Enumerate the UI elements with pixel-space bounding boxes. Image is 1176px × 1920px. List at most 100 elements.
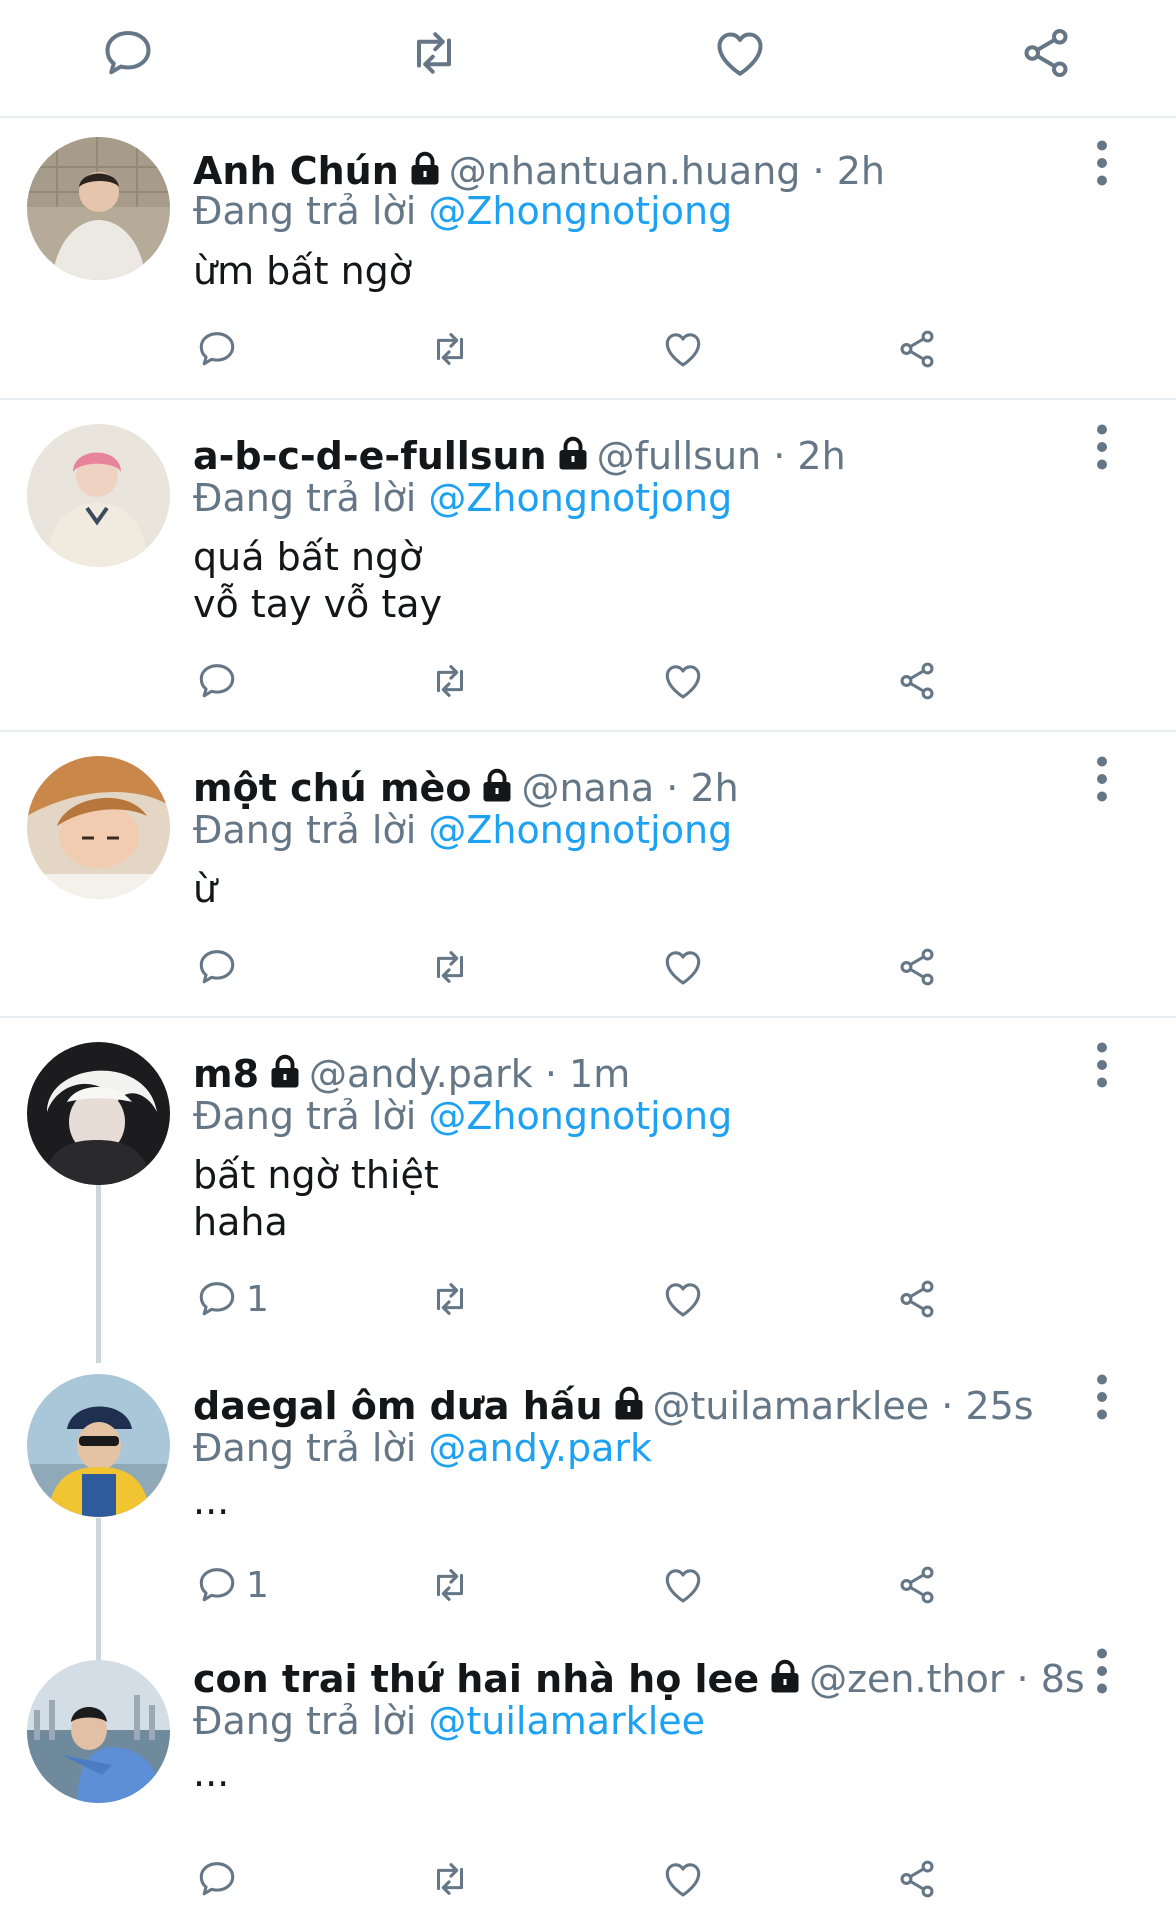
- share-icon: [900, 948, 934, 986]
- reply-count: 1: [246, 1278, 269, 1320]
- tweet-text: quá bất ngờ vỗ tay vỗ tay: [193, 535, 443, 626]
- tweet-text: bất ngờ thiệt haha: [193, 1153, 439, 1244]
- reply-icon[interactable]: [98, 23, 158, 83]
- reply-icon: [199, 1282, 235, 1316]
- retweet-button[interactable]: [427, 1562, 473, 1618]
- username[interactable]: @zen.thor: [809, 1657, 1004, 1701]
- share-icon: [900, 1280, 934, 1318]
- more-options-icon[interactable]: [1084, 422, 1120, 472]
- share-button[interactable]: [894, 1276, 940, 1332]
- username[interactable]: @tuilamarklee: [653, 1384, 930, 1428]
- like-button[interactable]: [660, 1562, 706, 1618]
- avatar[interactable]: [27, 1374, 170, 1517]
- share-button[interactable]: [894, 1562, 940, 1618]
- timestamp: 1m: [569, 1052, 631, 1096]
- more-options-icon[interactable]: [1084, 1646, 1120, 1696]
- avatar[interactable]: [27, 756, 170, 899]
- reply-icon: [199, 664, 235, 698]
- like-button[interactable]: [660, 658, 706, 714]
- retweet-button[interactable]: [427, 658, 473, 714]
- retweet-button[interactable]: [427, 944, 473, 1000]
- replying-to: Đang trả lời @Zhongnotjong: [193, 186, 732, 236]
- reply-tweet: một chú mèo @nana · 2h Đang trả lời @Zhon…: [0, 732, 1176, 1018]
- display-name[interactable]: con trai thứ hai nhà họ lee: [193, 1657, 759, 1701]
- reply-button[interactable]: 1: [194, 1562, 269, 1618]
- like-button[interactable]: [660, 326, 706, 382]
- username[interactable]: @andy.park: [309, 1052, 533, 1096]
- reply-icon: [199, 950, 235, 984]
- retweet-icon: [436, 951, 464, 983]
- more-options-icon[interactable]: [1084, 1372, 1120, 1422]
- reply-button[interactable]: 1: [194, 1276, 269, 1332]
- avatar[interactable]: [27, 137, 170, 280]
- tweet-text: ...: [193, 1479, 230, 1523]
- display-name[interactable]: m8: [193, 1052, 259, 1096]
- share-icon: [900, 662, 934, 700]
- display-name[interactable]: a-b-c-d-e-fullsun: [193, 434, 547, 478]
- like-button[interactable]: [660, 1276, 706, 1332]
- reply-tweet: daegal ôm dưa hấu @tuilamarklee · 25s Đan…: [0, 1350, 1176, 1636]
- display-name[interactable]: một chú mèo: [193, 766, 471, 810]
- lock-icon: [771, 1659, 799, 1693]
- username[interactable]: @fullsun: [597, 434, 762, 478]
- replying-to: Đang trả lời @Zhongnotjong: [193, 473, 732, 523]
- reply-tweet: con trai thứ hai nhà họ lee @zen.thor · 8…: [0, 1636, 1176, 1920]
- like-icon[interactable]: [710, 23, 770, 83]
- lock-icon: [271, 1054, 299, 1088]
- avatar[interactable]: [27, 1042, 170, 1185]
- replying-to: Đang trả lời @Zhongnotjong: [193, 805, 732, 855]
- replying-to-label: Đang trả lời: [193, 189, 417, 233]
- separator-dot: ·: [941, 1384, 954, 1428]
- like-button[interactable]: [660, 1856, 706, 1912]
- replying-to-label: Đang trả lời: [193, 1094, 417, 1138]
- reply-tweet: a-b-c-d-e-fullsun @fullsun · 2h Đang trả …: [0, 400, 1176, 732]
- retweet-button[interactable]: [427, 1856, 473, 1912]
- reply-button[interactable]: [194, 658, 246, 714]
- separator-dot: ·: [544, 1052, 557, 1096]
- like-button[interactable]: [660, 944, 706, 1000]
- replying-to: Đang trả lời @Zhongnotjong: [193, 1091, 732, 1141]
- avatar[interactable]: [27, 1660, 170, 1803]
- mention-link[interactable]: @andy.park: [428, 1426, 652, 1470]
- username[interactable]: @nana: [521, 766, 654, 810]
- retweet-icon[interactable]: [404, 23, 464, 83]
- lock-icon: [411, 151, 439, 185]
- retweet-button[interactable]: [427, 326, 473, 382]
- more-options-icon[interactable]: [1084, 1040, 1120, 1090]
- reply-tweet: m8 @andy.park · 1m Đang trả lời @Zhongnot…: [0, 1018, 1176, 1350]
- like-icon: [665, 951, 701, 985]
- mention-link[interactable]: @Zhongnotjong: [428, 476, 732, 520]
- mention-link[interactable]: @Zhongnotjong: [428, 1094, 732, 1138]
- main-tweet-action-bar: [0, 0, 1176, 118]
- avatar[interactable]: [27, 424, 170, 567]
- tweet-text: ...: [193, 1751, 230, 1795]
- like-icon: [665, 1569, 701, 1603]
- tweet-text: ừm bất ngờ: [193, 249, 413, 293]
- reply-button[interactable]: [194, 326, 246, 382]
- lock-icon: [615, 1386, 643, 1420]
- share-button[interactable]: [894, 1856, 940, 1912]
- tweet-actions: [0, 1856, 1176, 1912]
- replying-to-label: Đang trả lời: [193, 476, 417, 520]
- share-button[interactable]: [894, 658, 940, 714]
- mention-link[interactable]: @Zhongnotjong: [428, 808, 732, 852]
- timestamp: 2h: [797, 434, 846, 478]
- share-icon: [900, 1566, 934, 1604]
- display-name[interactable]: daegal ôm dưa hấu: [193, 1384, 603, 1428]
- reply-button[interactable]: [194, 944, 246, 1000]
- more-options-icon[interactable]: [1084, 138, 1120, 188]
- timestamp: 25s: [965, 1384, 1034, 1428]
- reply-tweet: Anh Chún @nhantuan.huang · 2h Đang trả lờ…: [0, 120, 1176, 400]
- retweet-button[interactable]: [427, 1276, 473, 1332]
- more-options-icon[interactable]: [1084, 754, 1120, 804]
- share-button[interactable]: [894, 944, 940, 1000]
- like-icon: [665, 1283, 701, 1317]
- mention-link[interactable]: @Zhongnotjong: [428, 189, 732, 233]
- retweet-icon: [436, 1283, 464, 1315]
- mention-link[interactable]: @tuilamarklee: [428, 1699, 705, 1743]
- share-button[interactable]: [894, 326, 940, 382]
- share-icon[interactable]: [1016, 23, 1076, 83]
- reply-button[interactable]: [194, 1856, 246, 1912]
- retweet-icon: [436, 1863, 464, 1895]
- like-icon: [665, 665, 701, 699]
